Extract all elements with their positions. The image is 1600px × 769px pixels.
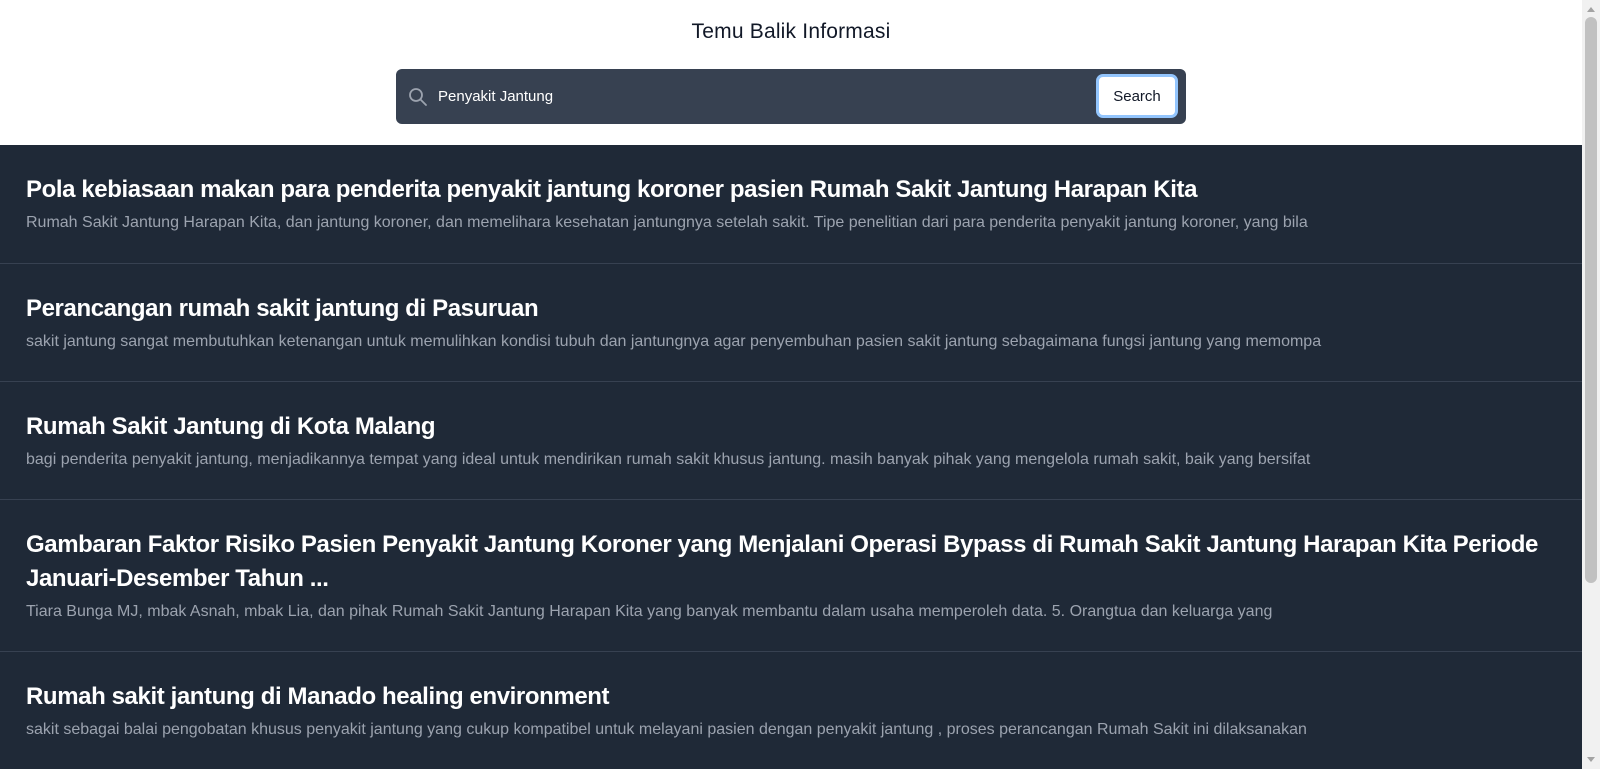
result-snippet: sakit sebagai balai pengobatan khusus pe…: [26, 721, 1307, 738]
results-list: Pola kebiasaan makan para penderita peny…: [0, 145, 1582, 769]
result-item: Perancangan rumah sakit jantung di Pasur…: [0, 264, 1582, 382]
result-item: Gambaran Faktor Risiko Pasien Penyakit J…: [0, 500, 1582, 652]
result-snippet: sakit jantung sangat membutuhkan ketenan…: [26, 333, 1322, 350]
result-snippet: bagi penderita penyakit jantung, menjadi…: [26, 451, 1311, 468]
search-bar: Search: [396, 69, 1186, 124]
result-title[interactable]: Pola kebiasaan makan para penderita peny…: [26, 173, 1556, 207]
result-item: Rumah Sakit Jantung di Kota Malang bagi …: [0, 382, 1582, 500]
scrollbar-thumb[interactable]: [1585, 17, 1597, 583]
search-button[interactable]: Search: [1096, 74, 1178, 118]
result-snippet: Rumah Sakit Jantung Harapan Kita, dan ja…: [26, 214, 1308, 231]
result-item: Pola kebiasaan makan para penderita peny…: [0, 145, 1582, 264]
vertical-scrollbar[interactable]: [1582, 0, 1600, 769]
result-item: Rumah sakit jantung di Manado healing en…: [0, 652, 1582, 769]
scroll-down-arrow-icon[interactable]: [1587, 757, 1595, 762]
page: Temu Balik Informasi Search Pola kebiasa…: [0, 0, 1600, 769]
result-title[interactable]: Gambaran Faktor Risiko Pasien Penyakit J…: [26, 528, 1556, 596]
result-snippet: Tiara Bunga MJ, mbak Asnah, mbak Lia, da…: [26, 603, 1273, 620]
search-icon: [408, 87, 428, 107]
scroll-up-arrow-icon[interactable]: [1587, 7, 1595, 12]
result-title[interactable]: Rumah sakit jantung di Manado healing en…: [26, 680, 1556, 714]
result-title[interactable]: Rumah Sakit Jantung di Kota Malang: [26, 410, 1556, 444]
header: Temu Balik Informasi Search: [0, 0, 1582, 145]
search-input[interactable]: [438, 77, 1068, 115]
result-title[interactable]: Perancangan rumah sakit jantung di Pasur…: [26, 292, 1556, 326]
page-title: Temu Balik Informasi: [691, 20, 891, 43]
main-content: Temu Balik Informasi Search Pola kebiasa…: [0, 0, 1582, 769]
